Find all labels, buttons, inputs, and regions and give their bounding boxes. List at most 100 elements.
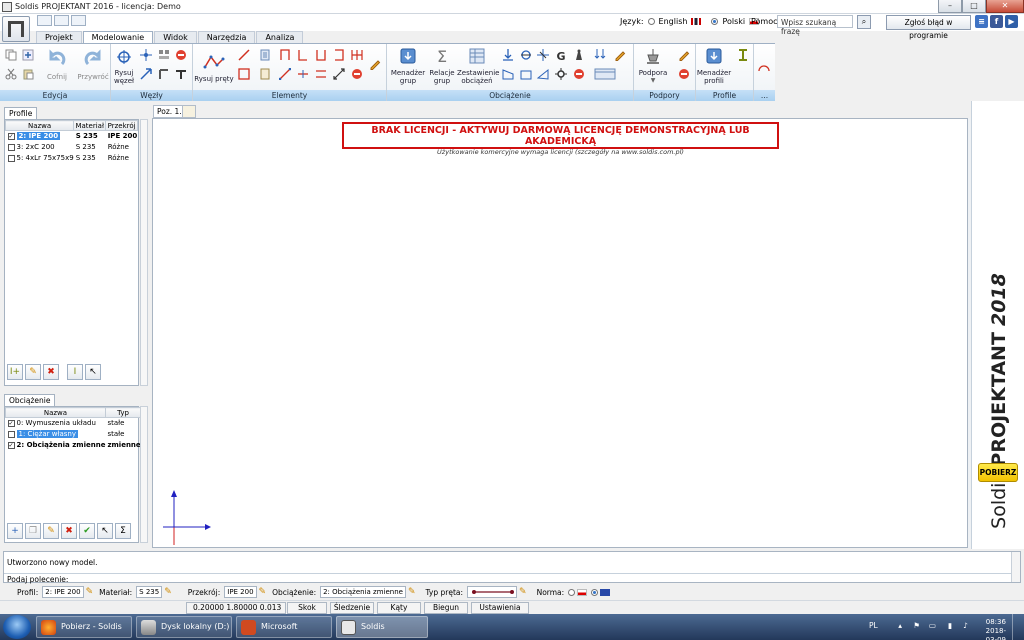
distributed-load-icon[interactable] xyxy=(594,49,606,61)
sum-icon[interactable]: Σ xyxy=(115,523,131,539)
bar-frame-icon-4[interactable] xyxy=(333,49,345,61)
self-weight-icon[interactable]: G xyxy=(555,49,567,61)
paste-icon[interactable] xyxy=(22,68,34,80)
tab-widok[interactable]: Widok xyxy=(154,31,197,43)
bar-type-field[interactable] xyxy=(467,586,518,598)
draw-bars-button[interactable]: Rysuj pręty xyxy=(194,53,234,83)
taskbar-item-drive[interactable]: Dysk lokalny (D:) xyxy=(136,616,232,638)
table-row[interactable]: ✓ 0: Wymuszenia układu stałe xyxy=(6,418,141,429)
english-label[interactable]: English xyxy=(659,17,688,26)
delete-bar-icon[interactable] xyxy=(351,68,363,80)
delete-support-icon[interactable] xyxy=(678,68,690,80)
qat-undo-icon[interactable] xyxy=(54,15,69,26)
section-prop-pencil-icon[interactable]: ✎ xyxy=(259,587,267,597)
taskbar-item-powerpoint[interactable]: Microsoft PowerP... xyxy=(236,616,332,638)
tray-volume-icon[interactable]: ♪ xyxy=(963,621,968,630)
delete-load-group-icon[interactable]: ✖ xyxy=(61,523,77,539)
group-relations-button[interactable]: Σ Relacje grup xyxy=(427,47,457,85)
table-row[interactable]: ✓ 2: IPE 200 S 235 IPE 200 xyxy=(6,131,138,142)
redo-button[interactable]: Przywróć xyxy=(76,49,110,81)
notes-icon[interactable]: ≡ xyxy=(975,15,988,28)
uniform-load-icon[interactable] xyxy=(520,68,532,80)
loads-col-name[interactable]: Nazwa xyxy=(5,407,106,418)
tab-loads-panel[interactable]: Obciążenie xyxy=(4,394,56,406)
section-prop-field[interactable]: IPE 200 xyxy=(224,586,257,598)
draw-node-button[interactable]: Rysuj węzeł xyxy=(112,49,136,85)
load-table-icon[interactable] xyxy=(594,68,616,80)
load-prop-pencil-icon[interactable]: ✎ xyxy=(408,587,416,597)
english-radio[interactable] xyxy=(647,18,655,25)
snap-toggle[interactable]: Skok xyxy=(287,602,327,614)
settings-button[interactable]: Ustawienia xyxy=(471,602,529,614)
polish-label[interactable]: Polski xyxy=(722,17,745,26)
delete-load-icon[interactable] xyxy=(573,68,585,80)
show-desktop-button[interactable] xyxy=(1012,614,1024,640)
new-document-tab-icon[interactable] xyxy=(182,105,196,118)
app-menu-button[interactable] xyxy=(2,16,30,42)
add-profile-icon[interactable]: I+ xyxy=(7,364,23,380)
edit-bar-pencil-icon[interactable] xyxy=(369,58,381,70)
edit-support-pencil-icon[interactable] xyxy=(678,49,690,61)
bar-properties-icon[interactable] xyxy=(259,49,271,61)
loads-col-type[interactable]: Typ xyxy=(104,407,142,418)
tracking-toggle[interactable]: Śledzenie xyxy=(330,602,374,614)
edit-load-icon[interactable]: ✎ xyxy=(43,523,59,539)
tray-flag-icon[interactable]: ⚑ xyxy=(913,621,920,630)
delete-node-icon[interactable] xyxy=(175,49,187,61)
loads-scrollbar[interactable] xyxy=(140,406,148,543)
polish-radio[interactable] xyxy=(711,18,719,25)
edit-profile-pencil-icon[interactable]: ✎ xyxy=(25,364,41,380)
load-checkbox[interactable]: ✓ xyxy=(7,419,15,427)
messages-scrollbar[interactable] xyxy=(1011,552,1020,582)
cut-icon[interactable] xyxy=(5,68,17,80)
node-align-icon[interactable] xyxy=(158,68,170,80)
profile-checkbox[interactable]: ✓ xyxy=(7,132,15,140)
node-arrow-icon[interactable] xyxy=(140,68,152,80)
close-button[interactable]: ✕ xyxy=(986,0,1024,13)
i-beam-icon[interactable] xyxy=(737,49,749,61)
bar-line-icon[interactable] xyxy=(238,49,250,61)
load-summary-button[interactable]: Zestawienie obciążeń xyxy=(457,47,499,85)
youtube-icon[interactable]: ▶ xyxy=(1005,15,1018,28)
tab-projekt[interactable]: Projekt xyxy=(36,31,82,43)
material-prop-pencil-icon[interactable]: ✎ xyxy=(164,587,172,597)
node-hinge-icon[interactable] xyxy=(175,68,187,80)
profiles-scrollbar[interactable] xyxy=(140,119,148,386)
table-row[interactable]: 1: Ciężar własny stałe xyxy=(6,429,141,440)
select-cursor-icon[interactable]: ↖ xyxy=(85,364,101,380)
arc-icon[interactable] xyxy=(758,61,770,73)
minimize-button[interactable]: – xyxy=(938,0,962,13)
profile-prop-field[interactable]: 2: IPE 200 xyxy=(42,586,84,598)
start-button[interactable] xyxy=(3,615,31,639)
bar-type-pencil-icon[interactable]: ✎ xyxy=(519,587,527,597)
bar-diagonal-icon[interactable] xyxy=(279,68,291,80)
copy-load-icon[interactable]: ❐ xyxy=(25,523,41,539)
node-grid-icon[interactable] xyxy=(158,49,170,61)
tray-language[interactable]: PL xyxy=(869,621,889,630)
confirm-icon[interactable]: ✔ xyxy=(79,523,95,539)
load-checkbox[interactable]: ✓ xyxy=(7,441,15,449)
norm-radio-eu[interactable] xyxy=(591,588,599,596)
support-dropdown-icon[interactable]: ▼ xyxy=(636,77,670,85)
bar-join-icon[interactable] xyxy=(315,68,327,80)
facebook-icon[interactable]: f xyxy=(990,15,1003,28)
profiles-col-material[interactable]: Materiał xyxy=(73,120,107,131)
bar-frame-icon-2[interactable] xyxy=(297,49,309,61)
help-search-input[interactable]: Wpisz szukaną frazę xyxy=(777,15,853,36)
taskbar-item-soldis[interactable]: Soldis PROJEKTA... xyxy=(336,616,428,638)
tab-profiles-panel[interactable]: Profile xyxy=(4,107,38,119)
profiles-col-name[interactable]: Nazwa xyxy=(4,120,75,131)
delete-profile-icon[interactable]: ✖ xyxy=(43,364,59,380)
norm-radio-pl[interactable] xyxy=(568,588,576,596)
command-prompt[interactable]: Podaj polecenie: xyxy=(7,575,68,584)
copy-icon[interactable] xyxy=(5,49,17,61)
node-load-icon[interactable] xyxy=(537,49,549,61)
tab-narzedzia[interactable]: Narzędzia xyxy=(197,31,256,43)
group-caption-more[interactable]: ... xyxy=(754,90,775,101)
profile-checkbox[interactable] xyxy=(7,154,15,162)
support-button[interactable]: Podpora ▼ xyxy=(636,47,670,85)
tab-analiza[interactable]: Analiza xyxy=(256,31,304,43)
profile-section-icon[interactable]: I xyxy=(67,364,83,380)
bar-frame-icon-3[interactable] xyxy=(315,49,327,61)
download-button[interactable]: POBIERZ xyxy=(978,463,1018,482)
